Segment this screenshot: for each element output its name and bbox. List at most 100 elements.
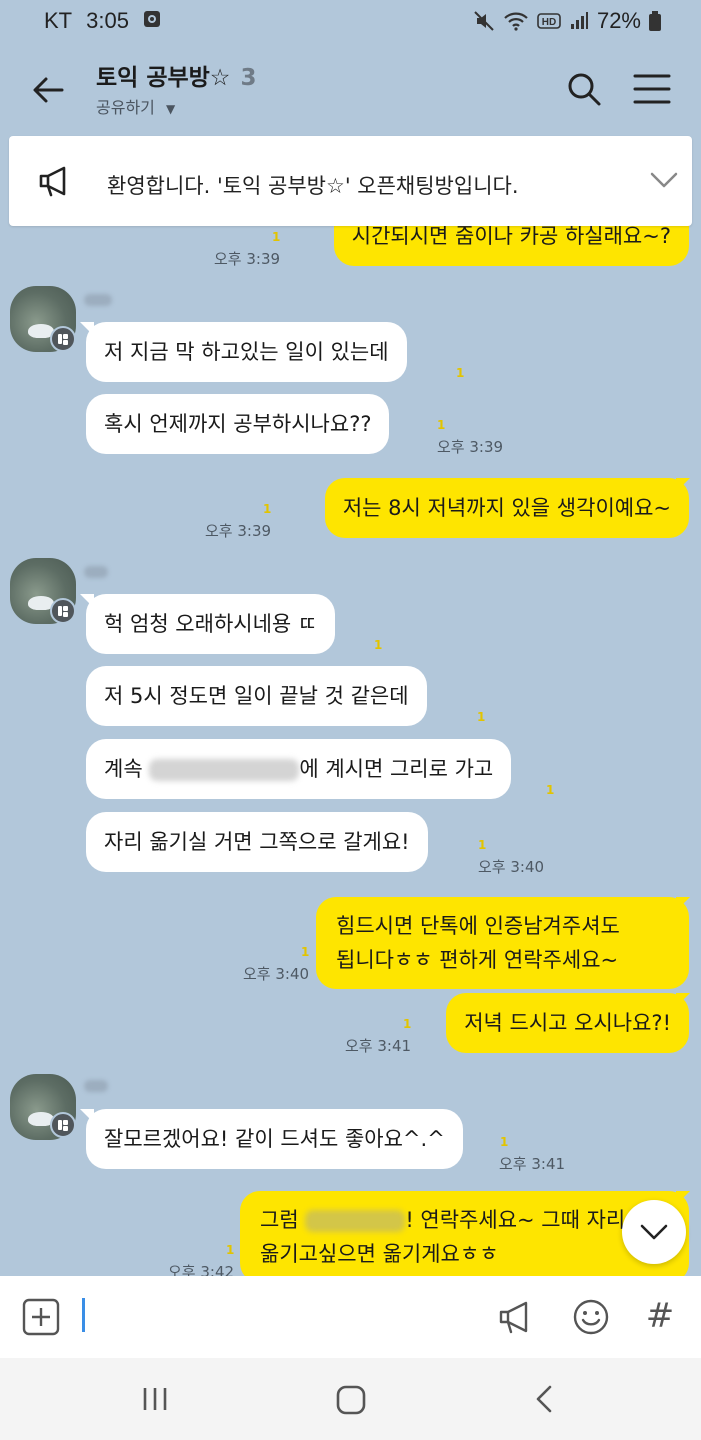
message-time: 오후 3:39 [437,438,504,456]
message-bubble[interactable]: 혹시 언제까지 공부하시나요?? [86,394,390,454]
chevron-down-icon[interactable] [649,168,679,192]
message-text-start: 계속 [104,757,143,781]
menu-button[interactable] [632,72,672,106]
notice-banner[interactable]: 환영합니다. '토익 공부방☆' 오픈채팅방입니다. [9,136,692,226]
megaphone-icon [37,165,73,197]
search-icon [568,73,601,106]
message-text: 잘모르겠어요! 같이 드셔도 좋아요^.^ [104,1127,445,1151]
message-text: 저 지금 막 하고있는 일이 있는데 [104,340,389,364]
message-bubble[interactable]: 저녁 드시고 오시나요?! [446,993,689,1053]
message-bubble[interactable]: 자리 옮기실 거면 그쪽으로 갈게요! [86,812,428,872]
chat-message-list[interactable]: 시간되시면 줌이나 카공 하실래요~? 1 오후 3:39 저 지금 막 하고있… [0,138,701,1276]
message-bubble[interactable]: 저는 8시 저녁까지 있을 생각이예요~ [324,478,689,538]
home-button[interactable] [335,1384,367,1416]
status-left: KT 3:05 [44,8,161,34]
message-text: 헉 엄청 오래하시네용 ㄸ [104,612,318,636]
message-bubble[interactable]: 저 5시 정도면 일이 끝날 것 같은데 [86,666,427,726]
status-right: HD 72% [473,8,661,34]
unread-count: 1 [500,1135,509,1149]
message-line: 그럼 ! 연락주세요~ 그때 자리 [260,1203,669,1237]
unread-count: 1 [456,366,465,380]
attach-button[interactable] [22,1298,60,1336]
message-incoming: 저 지금 막 하고있는 일이 있는데 1 [0,322,701,382]
megaphone-icon [499,1301,528,1334]
unread-count: 1 [403,1017,412,1031]
message-outgoing: 저는 8시 저녁까지 있을 생각이예요~ 1 오후 3:39 [0,478,701,542]
mute-icon [473,10,495,32]
hamburger-menu-icon [633,74,671,104]
message-bubble[interactable]: 잘모르겠어요! 같이 드셔도 좋아요^.^ [86,1109,463,1169]
svg-text:HD: HD [542,17,556,28]
sender-name [84,294,112,306]
message-text: 혹시 언제까지 공부하시나요?? [104,412,372,436]
hd-icon: HD [537,12,561,30]
message-text-end: 에 계시면 그리로 가고 [299,757,494,781]
text-cursor [82,1298,85,1332]
carrier-label: KT [44,8,73,33]
message-input-bar: # [0,1276,701,1358]
message-outgoing: 그럼 ! 연락주세요~ 그때 자리 옮기고싶으면 옮기게요ㅎㅎ 1 오후 3:4… [0,1191,701,1276]
redacted-text [149,759,300,781]
message-line: 힘드시면 단톡에 인증남겨주셔도 [336,914,620,938]
message-text: 저녁 드시고 오시나요?! [464,1011,671,1035]
message-time: 오후 3:42 [168,1263,235,1276]
emoji-button[interactable] [572,1298,610,1336]
scroll-to-bottom-button[interactable] [622,1200,686,1264]
unread-count: 1 [478,838,487,852]
message-bubble[interactable]: 계속 에 계시면 그리로 가고 [86,739,512,799]
search-button[interactable] [565,70,603,108]
message-incoming: 자리 옮기실 거면 그쪽으로 갈게요! 1 오후 3:40 [0,812,701,876]
message-time: 오후 3:41 [499,1155,566,1173]
battery-level: 72% [596,8,641,33]
message-bubble[interactable]: 헉 엄청 오래하시네용 ㄸ [86,594,336,654]
message-text: 자리 옮기실 거면 그쪽으로 갈게요! [104,830,410,854]
redacted-text [305,1210,406,1232]
member-count: 3 [240,65,257,91]
unread-count: 1 [301,945,310,959]
screen-record-icon [143,8,161,34]
message-bubble[interactable]: 힘드시면 단톡에 인증남겨주셔도 됩니다ㅎㅎ 편하게 연락주세요~ [316,897,689,989]
message-outgoing: 힘드시면 단톡에 인증남겨주셔도 됩니다ㅎㅎ 편하게 연락주세요~ 1 오후 3… [0,897,701,989]
chevron-down-icon [640,1224,668,1240]
share-dropdown[interactable]: 공유하기 ▼ [96,94,175,118]
plus-box-icon [22,1298,60,1336]
message-incoming: 계속 에 계시면 그리로 가고 1 [0,739,701,799]
chat-title[interactable]: 토익 공부방☆ 3 [96,58,256,92]
message-line: 옮기고싶으면 옮기게요ㅎㅎ [260,1242,499,1266]
caret-down-icon: ▼ [165,102,176,116]
chat-header: 토익 공부방☆ 3 공유하기 ▼ [0,42,701,138]
message-bubble[interactable]: 저 지금 막 하고있는 일이 있는데 [86,322,407,382]
unread-count: 1 [546,783,555,797]
wifi-icon [503,10,529,32]
message-incoming: 잘모르겠어요! 같이 드셔도 좋아요^.^ 1 오후 3:41 [0,1109,701,1173]
room-name: 토익 공부방☆ [96,65,231,91]
home-icon [336,1385,366,1415]
message-time: 오후 3:39 [205,522,272,540]
message-text-end: ! 연락주세요~ 그때 자리 [405,1208,626,1232]
message-time: 오후 3:40 [478,858,545,876]
hashtag-button[interactable]: # [640,1296,680,1336]
recent-apps-button[interactable] [140,1384,170,1414]
smiley-icon [573,1299,609,1335]
message-text: 저 5시 정도면 일이 끝날 것 같은데 [104,684,409,708]
notice-text: 환영합니다. '토익 공부방☆' 오픈채팅방입니다. [107,174,519,198]
back-button[interactable] [28,70,68,110]
message-text: 저는 8시 저녁까지 있을 생각이예요~ [342,496,671,520]
sender-name [84,566,108,578]
message-incoming: 헉 엄청 오래하시네용 ㄸ 1 [0,594,701,654]
system-navigation-bar [0,1358,701,1440]
unread-count: 1 [477,710,486,724]
sender-name [84,1080,108,1092]
recent-apps-icon [143,1388,167,1410]
signal-icon [569,11,589,31]
message-incoming: 저 5시 정도면 일이 끝날 것 같은데 1 [0,666,701,726]
shout-button[interactable] [497,1298,535,1336]
unread-count: 1 [272,230,281,244]
status-bar: KT 3:05 HD 72% [0,0,701,42]
system-back-button[interactable] [530,1384,560,1414]
message-input[interactable] [80,1294,470,1340]
message-outgoing: 저녁 드시고 오시나요?! 1 오후 3:41 [0,993,701,1057]
message-text-start: 그럼 [260,1208,299,1232]
unread-count: 1 [437,418,446,432]
message-text: 시간되시면 줌이나 카공 하실래요~? [351,224,671,248]
